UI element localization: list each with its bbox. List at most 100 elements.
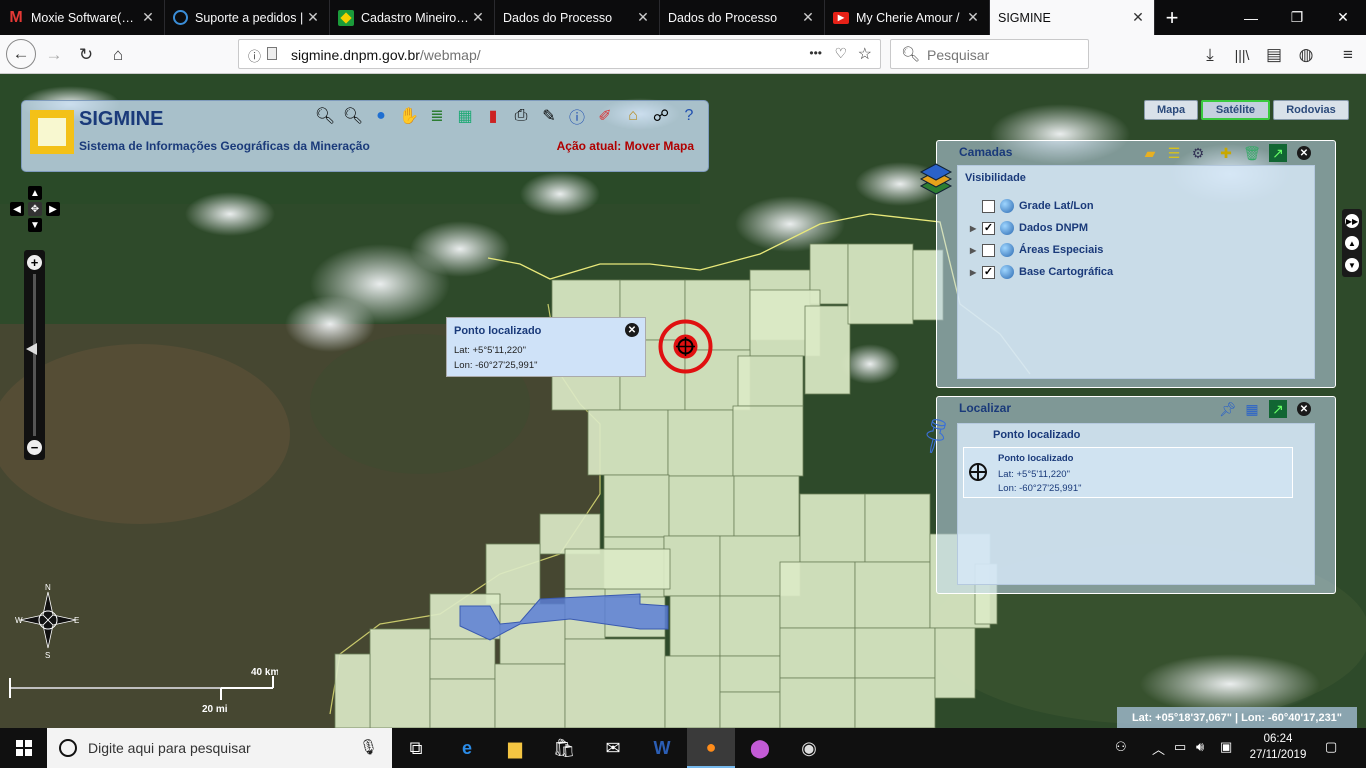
close-icon[interactable]: ✕	[965, 9, 981, 26]
scroll-down-icon[interactable]: ▼	[1345, 258, 1359, 272]
located-point-marker[interactable]	[657, 318, 714, 375]
browser-tab-cadastro[interactable]: Cadastro Mineiro — ✕	[330, 0, 495, 35]
battery-icon[interactable]: ▭	[1174, 739, 1186, 755]
browser-tab-dados-1[interactable]: Dados do Processo ✕	[495, 0, 660, 35]
home-button[interactable]: ⌂	[104, 41, 132, 69]
help-icon[interactable]: ?	[677, 104, 701, 128]
print-icon[interactable]: ⎙	[509, 104, 533, 128]
chart-icon[interactable]: ↗	[1269, 144, 1287, 162]
located-point-entry[interactable]: Ponto localizado Lat: +5°5'11,220" Lon: …	[963, 447, 1293, 498]
close-icon[interactable]: ✕	[1130, 9, 1146, 26]
sidebar-icon[interactable]: ▤	[1260, 41, 1288, 69]
layer-checkbox[interactable]	[982, 199, 995, 213]
pan-left-icon[interactable]: ◀	[10, 202, 24, 216]
layer-checkbox[interactable]: ✓	[982, 221, 995, 235]
info-icon[interactable]: ⓘ	[248, 46, 261, 65]
layer-tools-icon[interactable]: ⚙	[1189, 144, 1207, 162]
pocket-icon[interactable]: ♡	[834, 45, 847, 62]
table-icon[interactable]: ▦	[1243, 400, 1261, 418]
export-icon[interactable]: ⌂	[621, 104, 645, 128]
restore-icon[interactable]: ❐	[1274, 0, 1320, 35]
pan-down-icon[interactable]: ▼	[28, 218, 42, 232]
layer-checkbox[interactable]	[982, 243, 995, 257]
pan-up-icon[interactable]: ▲	[28, 186, 42, 200]
zoom-minus-button[interactable]: −	[27, 440, 42, 455]
pan-right-icon[interactable]: ▶	[46, 202, 60, 216]
pin-icon[interactable]: 📌︎	[1219, 400, 1237, 418]
map-type-rodovias-button[interactable]: Rodovias	[1273, 100, 1349, 120]
tray-chevron-icon[interactable]: ︿	[1152, 739, 1165, 758]
folder-icon[interactable]: ▰	[1141, 144, 1159, 162]
chart-icon[interactable]: ↗	[1269, 400, 1287, 418]
locate-close-icon[interactable]: ✕	[1297, 402, 1311, 416]
taskbar-search[interactable]: Digite aqui para pesquisar 🎙︎	[47, 728, 392, 768]
close-icon[interactable]: ✕	[470, 9, 486, 26]
taskbar-clock[interactable]: 06:24 27/11/2019	[1244, 731, 1312, 763]
layer-base-cartografica[interactable]: ▶ ✓ Base Cartográfica	[970, 264, 1113, 280]
bookmark-add-icon[interactable]: ▮	[481, 104, 505, 128]
close-icon[interactable]: ✕	[800, 9, 816, 26]
info-icon[interactable]: ⓘ	[565, 104, 589, 128]
windows-start-icon[interactable]	[0, 728, 47, 768]
full-extent-icon[interactable]: ●	[369, 104, 393, 128]
download-icon[interactable]: ⤓	[1196, 41, 1224, 69]
app-globe-icon[interactable]: ◉	[785, 728, 833, 768]
layer-dados-dnpm[interactable]: ▶ ✓ Dados DNPM	[970, 220, 1088, 236]
map-type-satelite-button[interactable]: Satélite	[1201, 100, 1270, 120]
word-icon[interactable]: W	[638, 728, 686, 768]
pan-hand-icon[interactable]: ✋	[397, 104, 421, 128]
zoom-thumb[interactable]	[26, 343, 37, 355]
layers-close-icon[interactable]: ✕	[1297, 146, 1311, 160]
measure-pencil-icon[interactable]: ✎	[537, 104, 561, 128]
close-icon[interactable]: ✕	[305, 9, 321, 26]
new-tab-button[interactable]: +	[1155, 0, 1189, 35]
zoom-out-icon[interactable]: 🔍︎	[341, 104, 365, 128]
sync-icon[interactable]: ◍	[1292, 41, 1320, 69]
file-explorer-icon[interactable]: ▆	[491, 728, 539, 768]
minimize-icon[interactable]: —	[1228, 0, 1274, 35]
map-type-mapa-button[interactable]: Mapa	[1144, 100, 1198, 120]
store-icon[interactable]: 🛍︎	[540, 728, 588, 768]
search-bar[interactable]: 🔍︎ Pesquisar	[890, 39, 1089, 69]
list-icon[interactable]: ☰	[1165, 144, 1183, 162]
notifications-icon[interactable]: ▢	[1325, 739, 1337, 755]
legend-icon[interactable]: ▦	[453, 104, 477, 128]
menu-icon[interactable]: ≡	[1334, 41, 1362, 69]
browser-tab-sigmine[interactable]: SIGMINE ✕	[990, 0, 1155, 35]
close-window-icon[interactable]: ✕	[1320, 0, 1366, 35]
layer-areas-especiais[interactable]: ▶ Áreas Especiais	[970, 242, 1103, 258]
back-button[interactable]: ←	[6, 39, 36, 69]
people-icon[interactable]: ⚇	[1115, 739, 1127, 755]
browser-tab-youtube[interactable]: ▶ My Cherie Amour / ✕	[825, 0, 990, 35]
edge-icon[interactable]: e	[443, 728, 491, 768]
reload-button[interactable]: ↻	[72, 41, 100, 69]
collapse-panels-icon[interactable]: ▶▶	[1345, 214, 1359, 228]
pan-center-icon[interactable]: ✥	[28, 202, 42, 216]
bookmark-star-icon[interactable]: ☆	[858, 44, 872, 64]
layers-icon[interactable]: ≣	[425, 104, 449, 128]
expand-icon[interactable]: ▶	[970, 268, 982, 277]
library-icon[interactable]: |||\	[1228, 41, 1256, 69]
locate-pin-icon[interactable]: ✐	[593, 104, 617, 128]
zoom-in-icon[interactable]: 🔍︎	[313, 104, 337, 128]
add-layer-icon[interactable]: ✚	[1217, 144, 1235, 162]
task-view-icon[interactable]: ⧉	[392, 728, 440, 768]
zoom-slider[interactable]: + −	[24, 250, 45, 460]
layer-grade-latlon[interactable]: Grade Lat/Lon	[970, 198, 1094, 214]
volume-icon[interactable]: 🔊︎	[1196, 739, 1204, 755]
handshake-icon[interactable]: ☍	[649, 104, 673, 128]
expand-icon[interactable]: ▶	[970, 224, 982, 233]
close-icon[interactable]: ✕	[635, 9, 651, 26]
browser-tab-suporte[interactable]: Suporte a pedidos | ✕	[165, 0, 330, 35]
mail-icon[interactable]: ✉	[589, 728, 637, 768]
microphone-icon[interactable]: 🎙︎	[359, 738, 378, 756]
page-actions-button[interactable]: •••	[809, 46, 822, 60]
browser-tab-moxie[interactable]: M Moxie Software(TM) ✕	[0, 0, 165, 35]
close-icon[interactable]: ✕	[140, 9, 156, 26]
forward-button[interactable]: →	[40, 41, 68, 69]
url-bar[interactable]: ⓘ sigmine.dnpm.gov.br/webmap/ ••• ♡ ☆	[238, 39, 881, 69]
expand-icon[interactable]: ▶	[970, 246, 982, 255]
popup-close-icon[interactable]: ✕	[625, 323, 639, 337]
network-icon[interactable]: ▣	[1220, 739, 1232, 755]
maps-pin-icon[interactable]: ⬤	[736, 728, 784, 768]
